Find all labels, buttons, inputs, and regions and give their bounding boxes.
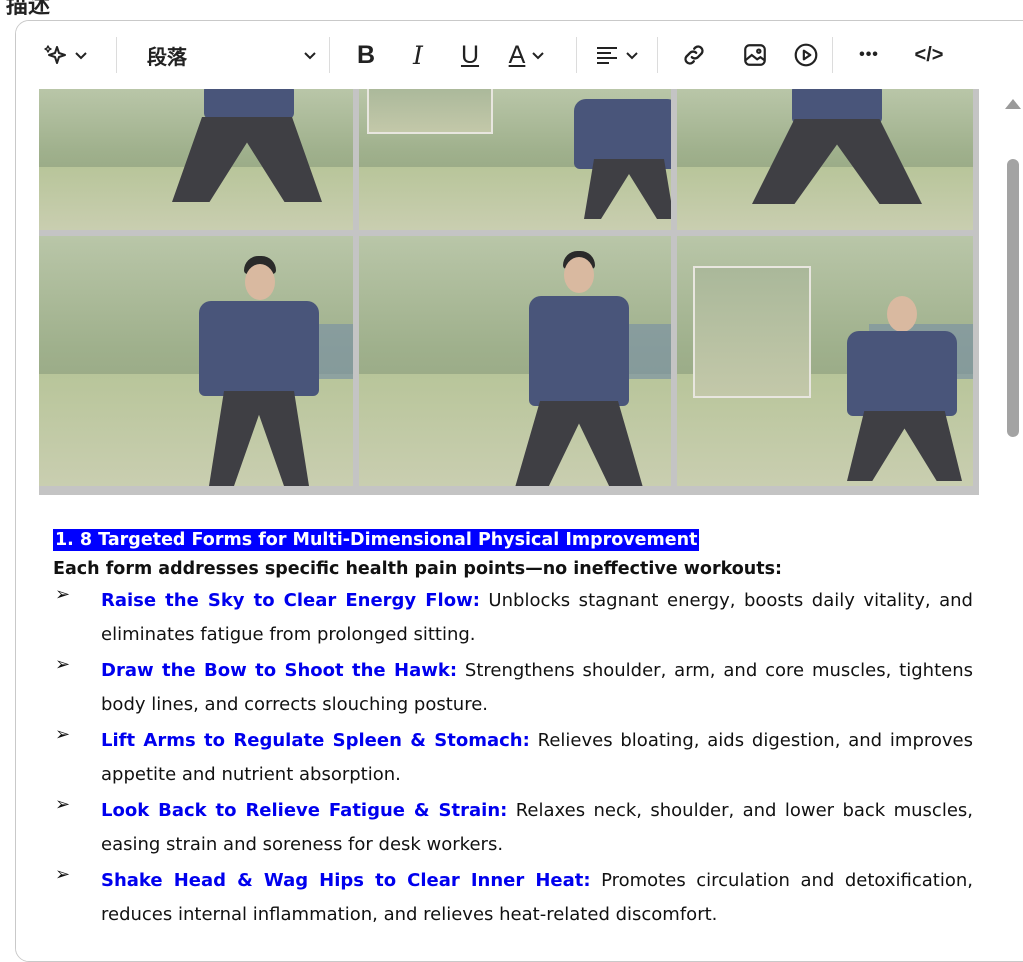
list-item: ➢ Draw the Bow to Shoot the Hawk: Streng…: [53, 654, 973, 722]
list-item: ➢ Shake Head & Wag Hips to Clear Inner H…: [53, 864, 973, 932]
photo-cell: [677, 89, 973, 230]
photo-cell: [39, 89, 353, 230]
photo-cell: [359, 236, 671, 486]
chevron-down-icon: [75, 52, 87, 60]
chevron-down-icon: [626, 52, 638, 60]
scroll-up-arrow-icon[interactable]: [1005, 99, 1021, 109]
intro-paragraph: Each form addresses specific health pain…: [53, 559, 783, 579]
list-item: ➢ Raise the Sky to Clear Energy Flow: Un…: [53, 584, 973, 652]
photo-cell: [39, 236, 353, 486]
list-item: ➢ Lift Arms to Regulate Spleen & Stomach…: [53, 724, 973, 792]
underline-button[interactable]: U: [444, 35, 496, 75]
italic-button[interactable]: I: [392, 35, 444, 75]
toolbar-divider: [329, 37, 330, 73]
editor-content[interactable]: 1. 8 Targeted Forms for Multi-Dimensiona…: [16, 89, 1006, 961]
insert-link-button[interactable]: [658, 35, 730, 75]
insert-image-button[interactable]: [730, 35, 780, 75]
ai-assist-dropdown[interactable]: [16, 35, 116, 75]
list-item-title: Lift Arms to Regulate Spleen & Stomach:: [101, 730, 530, 751]
align-dropdown[interactable]: [577, 35, 657, 75]
vertical-scrollbar[interactable]: [1001, 89, 1023, 961]
list-item-title: Raise the Sky to Clear Energy Flow:: [101, 590, 480, 611]
paragraph-style-label: 段落: [147, 46, 187, 69]
embedded-image-grid[interactable]: [39, 89, 979, 495]
image-icon: [744, 44, 766, 66]
arrow-bullet-icon: ➢: [55, 654, 71, 675]
font-color-icon: A: [508, 40, 526, 69]
sparkle-icon: [44, 45, 66, 64]
arrow-bullet-icon: ➢: [55, 794, 71, 815]
rich-text-editor[interactable]: 段落 B I U A ••• </> 1. 8 Targeted Forms f…: [15, 20, 1023, 962]
scrollbar-thumb[interactable]: [1007, 159, 1019, 437]
more-options-button[interactable]: •••: [833, 35, 905, 75]
video-icon: [794, 43, 818, 67]
source-code-button[interactable]: </>: [905, 35, 953, 75]
selected-heading[interactable]: 1. 8 Targeted Forms for Multi-Dimensiona…: [53, 529, 700, 551]
list-item-title: Shake Head & Wag Hips to Clear Inner Hea…: [101, 870, 591, 891]
arrow-bullet-icon: ➢: [55, 864, 71, 885]
photo-cell: [359, 89, 671, 230]
arrow-bullet-icon: ➢: [55, 724, 71, 745]
align-left-icon: [597, 47, 617, 64]
field-label: 描述: [6, 0, 51, 18]
photo-cell: [677, 236, 973, 486]
link-icon: [684, 45, 704, 65]
insert-video-button[interactable]: [780, 35, 832, 75]
list-item: ➢ Look Back to Relieve Fatigue & Strain:…: [53, 794, 973, 862]
font-color-dropdown[interactable]: A: [496, 35, 558, 75]
bold-button[interactable]: B: [340, 35, 392, 75]
chevron-down-icon: [304, 52, 316, 60]
editor-toolbar: 段落 B I U A ••• </>: [16, 21, 1023, 89]
chevron-down-icon: [532, 52, 545, 60]
paragraph-style-select[interactable]: 段落: [117, 35, 329, 75]
arrow-bullet-icon: ➢: [55, 584, 71, 605]
list-item-title: Draw the Bow to Shoot the Hawk:: [101, 660, 458, 681]
list-item-title: Look Back to Relieve Fatigue & Strain:: [101, 800, 508, 821]
document-body[interactable]: 1. 8 Targeted Forms for Multi-Dimensiona…: [53, 529, 973, 934]
